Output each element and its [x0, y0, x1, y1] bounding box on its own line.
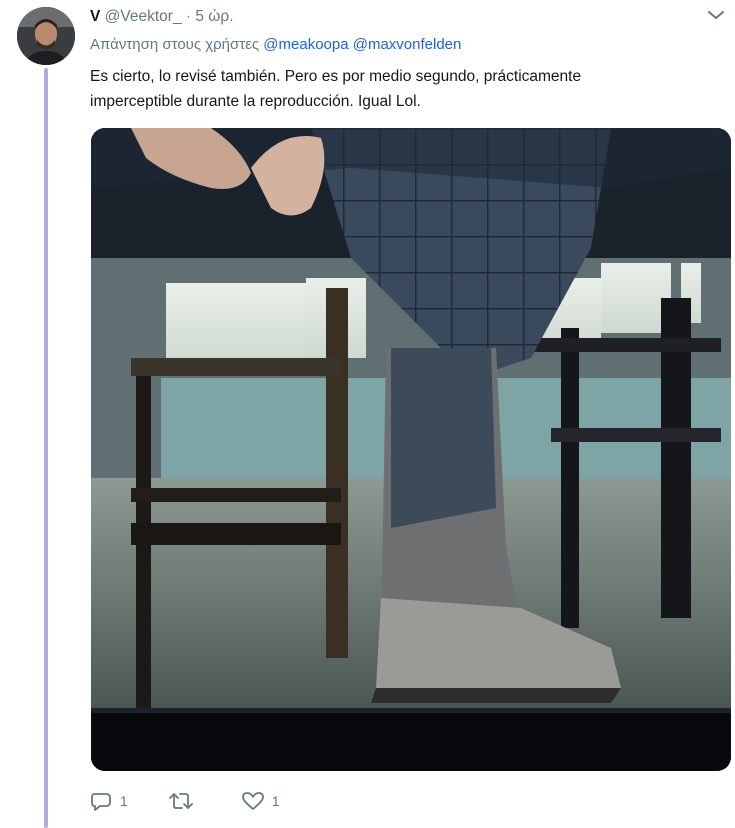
mention-link[interactable]: @maxvonfelden [353, 36, 462, 53]
avatar[interactable] [17, 7, 75, 65]
tweet-header: V @Veektor_ · 5 ώρ. [90, 7, 735, 29]
separator-dot: · [185, 8, 192, 25]
tweet-photo[interactable] [91, 128, 731, 771]
reply-button[interactable]: 1 [90, 791, 128, 811]
reply-count: 1 [120, 793, 128, 809]
reply-prefix: Απάντηση στους χρήστες [90, 36, 260, 53]
chevron-down-icon [708, 11, 724, 19]
like-count: 1 [271, 793, 280, 809]
avatar-image [17, 7, 75, 65]
heart-icon [241, 792, 264, 810]
tweet-actions: 1 1 [90, 788, 320, 814]
tweet-text-line: imperceptible durante la reproducción. I… [90, 93, 421, 110]
timestamp[interactable]: 5 ώρ. [195, 8, 233, 25]
retweet-icon [168, 793, 193, 809]
retweet-button[interactable] [168, 791, 202, 811]
display-name[interactable]: V [90, 8, 100, 25]
photo-icon [91, 128, 731, 771]
tweet-text: Es cierto, lo revisé también. Pero es po… [90, 64, 710, 114]
reply-context: Απάντηση στους χρήστες @meakoopa @maxvon… [90, 36, 461, 53]
speech-bubble-icon [91, 793, 111, 811]
thread-connector-line [44, 68, 48, 828]
mention-link[interactable]: @meakoopa [263, 36, 348, 53]
tweet-menu-button[interactable] [703, 4, 729, 26]
tweet-text-line: Es cierto, lo revisé también. Pero es po… [90, 68, 582, 85]
user-handle[interactable]: @Veektor_ [105, 8, 182, 25]
like-button[interactable]: 1 [241, 791, 280, 811]
